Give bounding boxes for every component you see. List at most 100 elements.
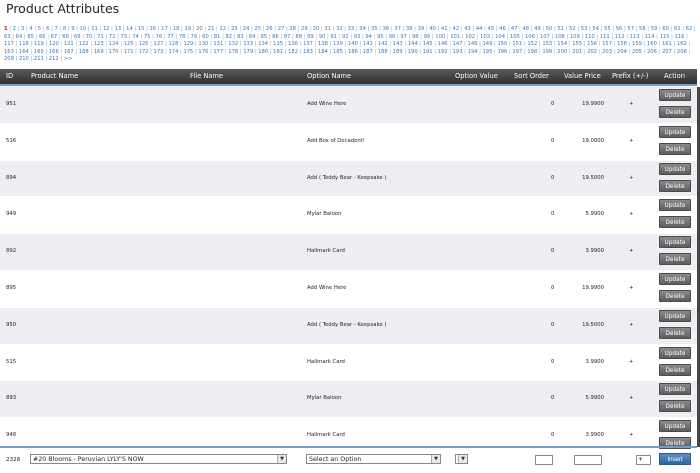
pagination-link[interactable]: 38 <box>406 26 413 32</box>
pagination-link[interactable]: 74 <box>132 34 139 40</box>
pagination-link[interactable]: 28 <box>289 26 296 32</box>
pagination-link[interactable]: 94 <box>365 34 372 40</box>
pagination-link[interactable]: 17 <box>161 26 168 32</box>
pagination-link[interactable]: 176 <box>198 49 208 55</box>
pagination-link[interactable]: 191 <box>423 49 433 55</box>
pagination-link[interactable]: 184 <box>318 49 328 55</box>
pagination-link[interactable]: 156 <box>587 41 597 47</box>
pagination-link[interactable]: 102 <box>465 34 475 40</box>
pagination-link[interactable]: 103 <box>480 34 490 40</box>
pagination-link[interactable]: 199 <box>542 49 552 55</box>
pagination-link[interactable]: 71 <box>97 34 104 40</box>
pagination-link[interactable]: 37 <box>394 26 401 32</box>
update-button[interactable]: Update <box>659 420 691 433</box>
pagination-link[interactable]: 164 <box>19 49 29 55</box>
pagination-link[interactable]: 86 <box>272 34 279 40</box>
pagination-link[interactable]: 192 <box>438 49 448 55</box>
pagination-link[interactable]: 65 <box>27 34 34 40</box>
pagination-link[interactable]: 204 <box>617 49 627 55</box>
pagination-link[interactable]: 57 <box>627 26 634 32</box>
pagination-link[interactable]: 69 <box>74 34 81 40</box>
delete-button[interactable]: Delete <box>659 363 691 376</box>
pagination-link[interactable]: 52 <box>569 26 576 32</box>
pagination-link[interactable]: 116 <box>675 34 685 40</box>
pagination-link[interactable]: 106 <box>525 34 535 40</box>
pagination-link[interactable]: 14 <box>126 26 133 32</box>
pagination-link[interactable]: 25 <box>254 26 261 32</box>
value-price-input[interactable] <box>574 455 602 465</box>
pagination-link[interactable]: 60 <box>662 26 669 32</box>
pagination-link[interactable]: 125 <box>124 41 134 47</box>
pagination-link[interactable]: 163 <box>4 49 14 55</box>
pagination-link[interactable]: 132 <box>228 41 238 47</box>
pagination-link[interactable]: 114 <box>645 34 655 40</box>
pagination-link[interactable]: 146 <box>438 41 448 47</box>
pagination-link[interactable]: 158 <box>617 41 627 47</box>
pagination-link[interactable]: 177 <box>213 49 223 55</box>
pagination-link[interactable]: 49 <box>534 26 541 32</box>
pagination-link[interactable]: 193 <box>453 49 463 55</box>
delete-button[interactable]: Delete <box>659 326 691 339</box>
pagination-link[interactable]: 58 <box>639 26 646 32</box>
pagination-link[interactable]: 148 <box>468 41 478 47</box>
pagination-link[interactable]: 40 <box>429 26 436 32</box>
pagination-link[interactable]: 89 <box>307 34 314 40</box>
pagination-link[interactable]: 210 <box>19 56 29 62</box>
pagination-link[interactable]: 142 <box>378 41 388 47</box>
pagination-link[interactable]: 185 <box>333 49 343 55</box>
pagination-link[interactable]: 43 <box>464 26 471 32</box>
pagination-link[interactable]: 26 <box>266 26 273 32</box>
pagination-link[interactable]: 100 <box>435 34 445 40</box>
delete-button[interactable]: Delete <box>659 253 691 266</box>
pagination-link[interactable]: 31 <box>324 26 331 32</box>
pagination-link[interactable]: 35 <box>371 26 378 32</box>
delete-button[interactable]: Delete <box>659 179 691 192</box>
pagination-link[interactable]: 168 <box>79 49 89 55</box>
pagination-link[interactable]: 127 <box>154 41 164 47</box>
pagination-link[interactable]: 117 <box>4 41 14 47</box>
pagination-link[interactable]: 101 <box>450 34 460 40</box>
prefix-input[interactable]: + <box>636 455 651 465</box>
pagination-link[interactable]: 107 <box>540 34 550 40</box>
pagination-link[interactable]: 119 <box>34 41 44 47</box>
update-button[interactable]: Update <box>659 89 691 101</box>
pagination-link[interactable]: 139 <box>333 41 343 47</box>
pagination-link[interactable]: 124 <box>109 41 119 47</box>
pagination-link[interactable]: 120 <box>49 41 59 47</box>
pagination-link[interactable]: 140 <box>348 41 358 47</box>
pagination-link[interactable]: 136 <box>288 41 298 47</box>
pagination-link[interactable]: 196 <box>497 49 507 55</box>
pagination-link[interactable]: 141 <box>363 41 373 47</box>
pagination-link[interactable]: 150 <box>497 41 507 47</box>
pagination-link[interactable]: 203 <box>602 49 612 55</box>
pagination-link[interactable]: 159 <box>632 41 642 47</box>
pagination-link[interactable]: 190 <box>408 49 418 55</box>
pagination-link[interactable]: 63 <box>4 34 11 40</box>
pagination-link[interactable]: 68 <box>62 34 69 40</box>
pagination-link[interactable]: 121 <box>64 41 74 47</box>
pagination-link[interactable]: 167 <box>64 49 74 55</box>
pagination-link[interactable]: 178 <box>228 49 238 55</box>
pagination-link[interactable]: 153 <box>542 41 552 47</box>
pagination-link[interactable]: 104 <box>495 34 505 40</box>
pagination-link[interactable]: 130 <box>198 41 208 47</box>
update-button[interactable]: Update <box>659 272 691 285</box>
pagination-link[interactable]: 161 <box>662 41 672 47</box>
pagination-link[interactable]: 182 <box>288 49 298 55</box>
pagination-link[interactable]: 97 <box>400 34 407 40</box>
delete-button[interactable]: Delete <box>659 400 691 413</box>
pagination-link[interactable]: 188 <box>378 49 388 55</box>
pagination-link[interactable]: 202 <box>587 49 597 55</box>
pagination-link[interactable]: 138 <box>318 41 328 47</box>
pagination-link[interactable]: 144 <box>408 41 418 47</box>
pagination-link[interactable]: 211 <box>34 56 44 62</box>
pagination-link[interactable]: 147 <box>453 41 463 47</box>
pagination-link[interactable]: 137 <box>303 41 313 47</box>
pagination-link[interactable]: 197 <box>512 49 522 55</box>
pagination-link[interactable]: 105 <box>510 34 520 40</box>
pagination-link[interactable]: 155 <box>572 41 582 47</box>
pagination-link[interactable]: 46 <box>499 26 506 32</box>
pagination-link[interactable]: 20 <box>196 26 203 32</box>
pagination-link[interactable]: 91 <box>330 34 337 40</box>
pagination-link[interactable]: 179 <box>243 49 253 55</box>
